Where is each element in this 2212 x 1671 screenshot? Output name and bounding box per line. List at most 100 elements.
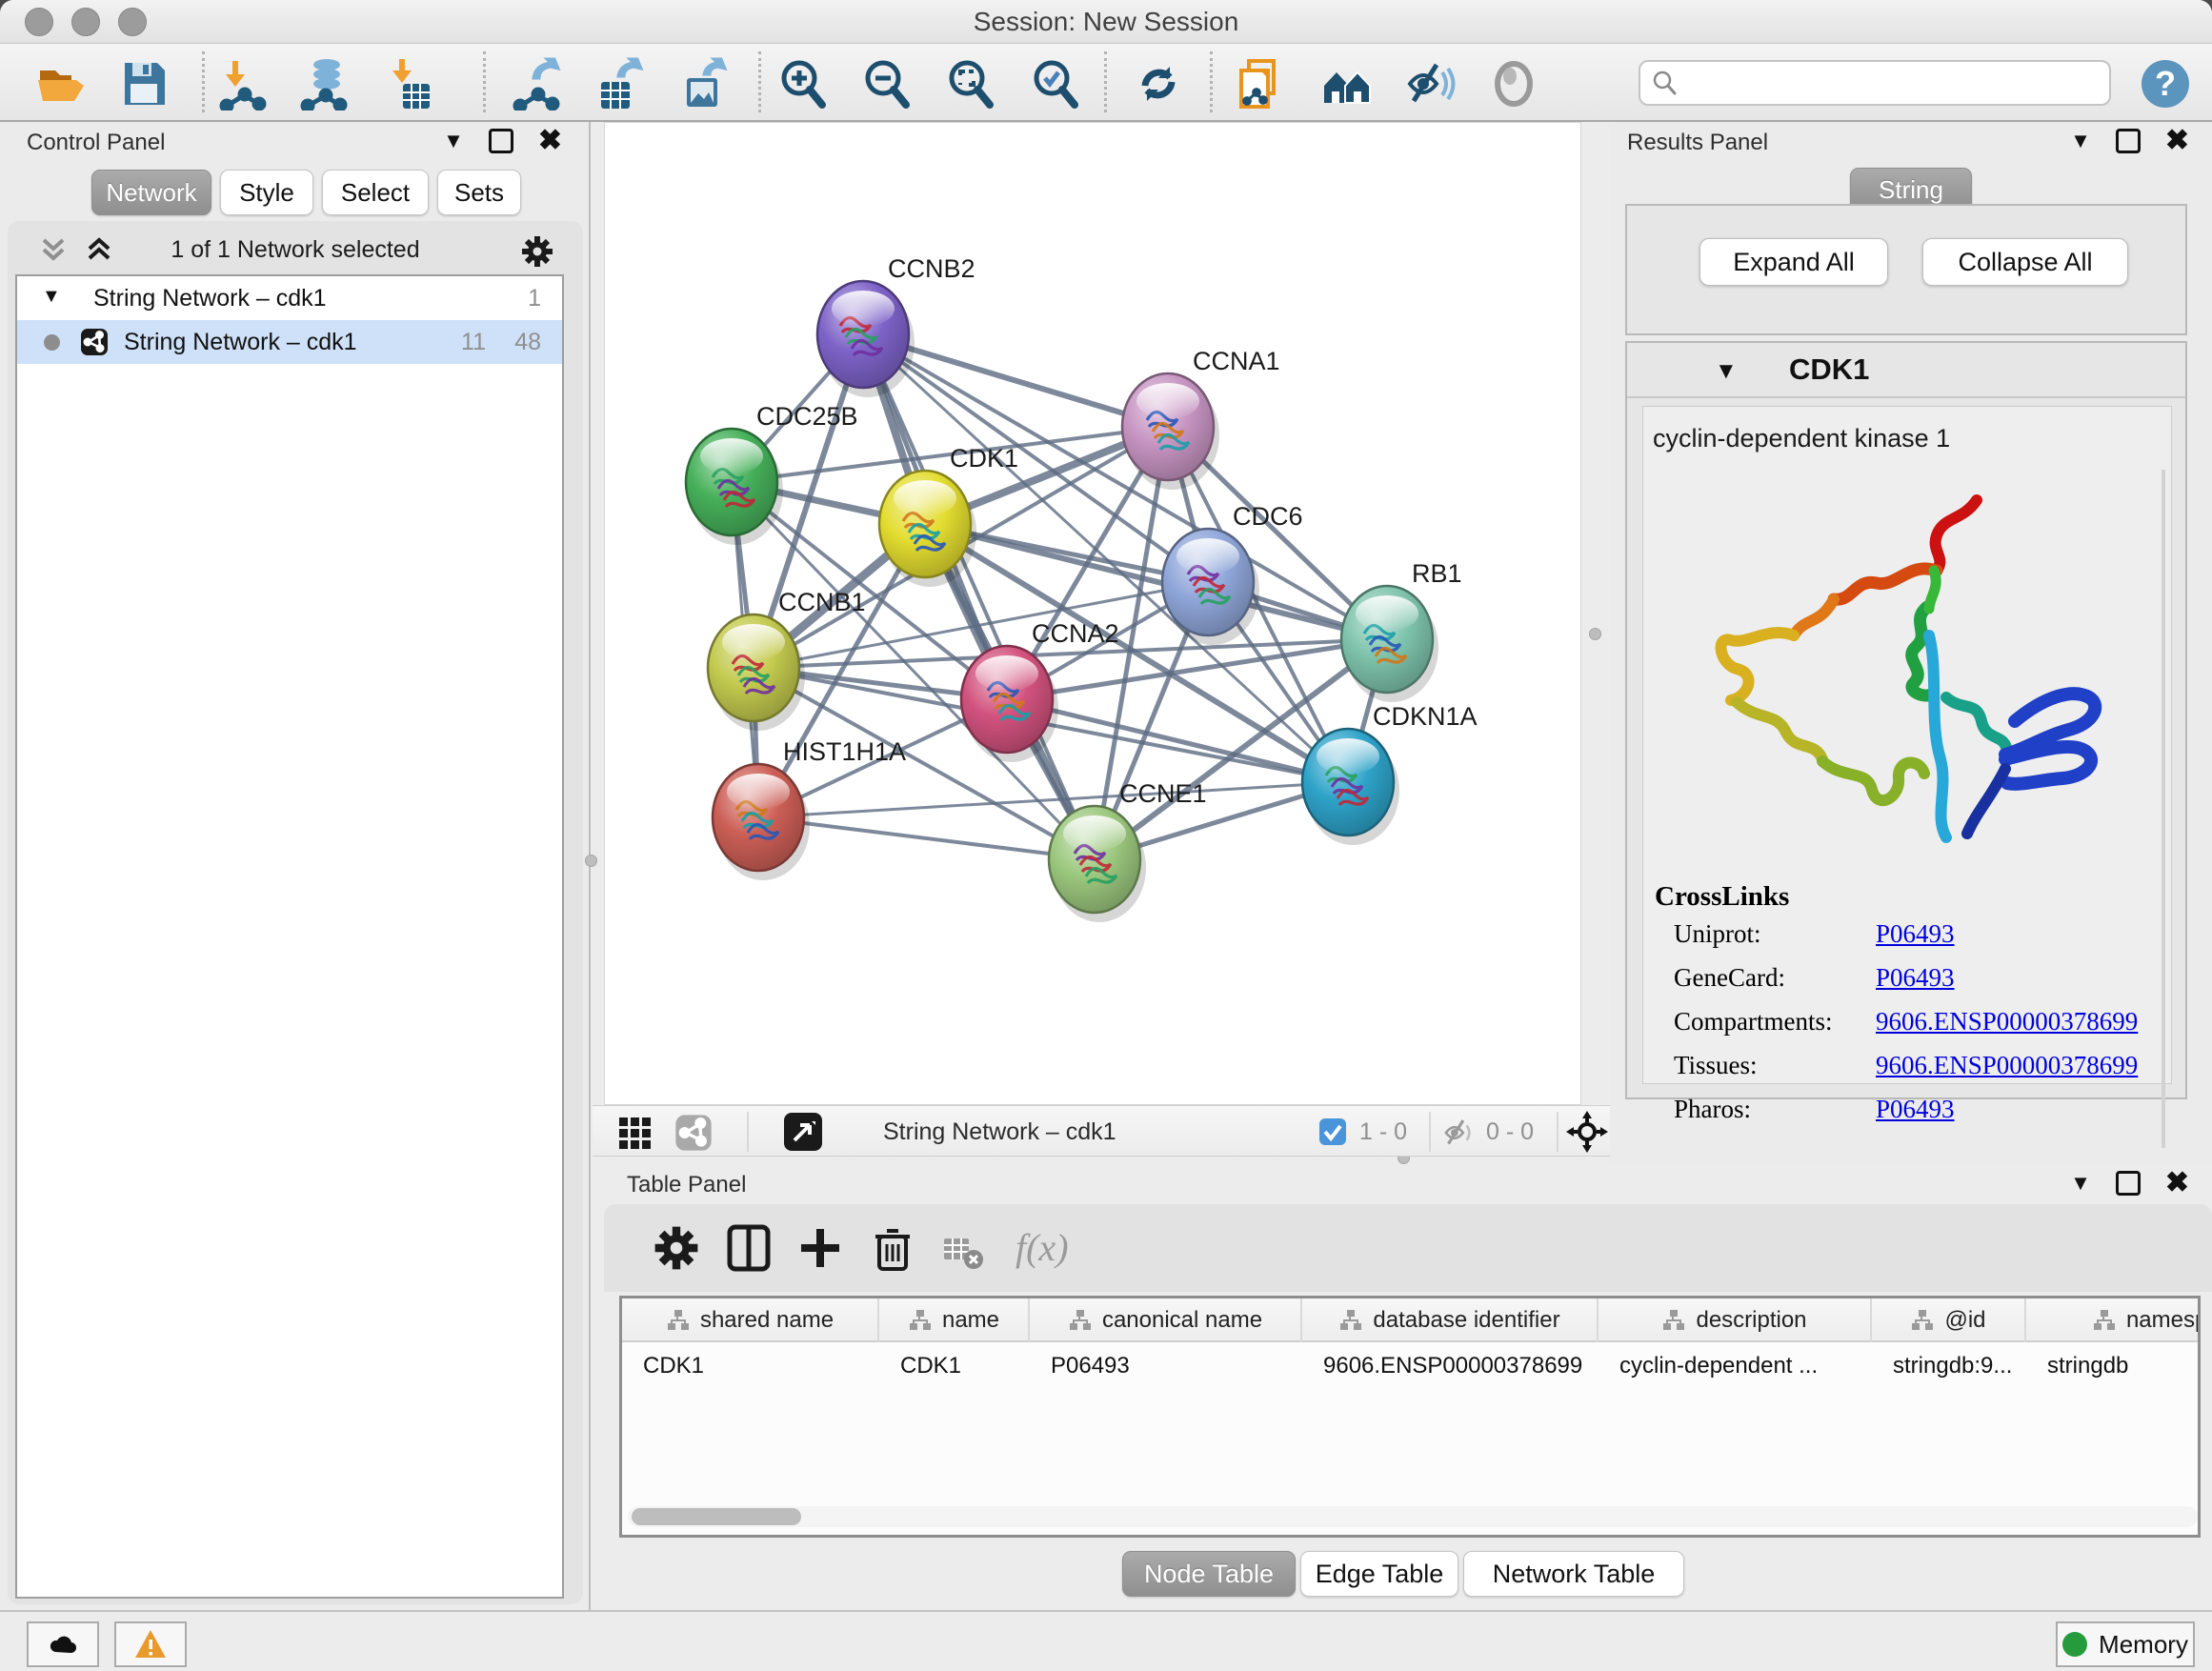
open-session-button[interactable] <box>34 56 90 111</box>
float-panel-icon[interactable] <box>2116 1171 2141 1196</box>
tab-edge-table[interactable]: Edge Table <box>1300 1551 1458 1597</box>
gene-header[interactable]: ▼ CDK1 <box>1627 343 2185 398</box>
nav-separator <box>747 1112 749 1152</box>
export-image-button[interactable] <box>676 56 732 111</box>
column-header[interactable]: canonical name <box>1030 1299 1302 1342</box>
table-settings-gear-icon[interactable] <box>650 1221 703 1275</box>
network-collection-row[interactable]: ▼ String Network – cdk1 1 <box>17 276 562 320</box>
gene-result-box: ▼ CDK1 cyclin-dependent kinase 1 <box>1625 341 2187 1099</box>
crosslink-link[interactable]: 9606.ENSP00000378699 <box>1876 1051 2138 1080</box>
collection-expander-icon[interactable]: ▼ <box>42 286 61 308</box>
delete-column-trash-icon[interactable] <box>866 1221 919 1275</box>
detach-view-icon[interactable] <box>783 1112 823 1152</box>
column-header[interactable]: name <box>879 1299 1030 1342</box>
export-table-button[interactable] <box>593 56 648 111</box>
zoom-in-button[interactable] <box>774 56 829 111</box>
show-panel-button[interactable] <box>1486 56 1541 111</box>
table-cell[interactable]: CDK1 <box>879 1344 1030 1388</box>
warnings-button[interactable] <box>114 1621 187 1667</box>
grid-view-icon[interactable] <box>617 1116 652 1150</box>
add-column-icon[interactable] <box>794 1221 847 1275</box>
crosslink-label: GeneCard: <box>1674 963 1785 993</box>
left-splitter-handle[interactable] <box>585 855 597 867</box>
node-CDC6[interactable]: CDC6 <box>1162 502 1303 645</box>
crosslink-link[interactable]: P06493 <box>1876 963 1955 993</box>
network-row-selected[interactable]: String Network – cdk1 11 48 <box>17 320 562 364</box>
node-CCNB1[interactable]: CCNB1 <box>708 588 866 731</box>
export-network-button[interactable] <box>510 56 565 111</box>
show-columns-icon[interactable] <box>722 1221 775 1275</box>
memory-button[interactable]: Memory <box>2056 1621 2195 1667</box>
tab-select[interactable]: Select <box>322 170 429 215</box>
table-cell[interactable]: stringdb:9... <box>1872 1344 2026 1388</box>
search-input[interactable] <box>1679 64 2109 102</box>
node-HIST1H1A[interactable]: HIST1H1A <box>713 737 906 880</box>
crosslink-link[interactable]: 9606.ENSP00000378699 <box>1876 1007 2138 1037</box>
hidden-eye-slash-icon[interactable] <box>1442 1116 1477 1150</box>
gene-expander-icon[interactable]: ▼ <box>1715 358 1738 385</box>
cloud-status-button[interactable] <box>27 1621 99 1667</box>
table-cell[interactable]: CDK1 <box>622 1344 879 1388</box>
table-cell[interactable]: stringdb <box>2026 1344 2201 1388</box>
horizontal-scrollbar[interactable] <box>628 1506 2198 1527</box>
tab-style[interactable]: Style <box>220 170 313 215</box>
network-view-icon[interactable] <box>674 1114 713 1152</box>
node-RB1[interactable]: RB1 <box>1341 559 1462 702</box>
delete-table-icon[interactable] <box>942 1231 984 1273</box>
search-box[interactable] <box>1639 60 2111 106</box>
gear-icon[interactable] <box>518 232 556 271</box>
clone-network-button[interactable] <box>1235 56 1290 111</box>
column-header[interactable]: shared name <box>622 1299 879 1342</box>
tab-network-table[interactable]: Network Table <box>1463 1551 1684 1597</box>
close-panel-icon[interactable]: ✖ <box>2165 1171 2189 1196</box>
float-panel-icon[interactable] <box>489 129 513 153</box>
results-scrollbar[interactable] <box>2162 470 2165 1148</box>
import-network-file-button[interactable] <box>214 56 270 111</box>
collapse-panel-icon[interactable]: ▼ <box>443 129 464 153</box>
tab-sets[interactable]: Sets <box>437 170 521 215</box>
import-network-database-button[interactable] <box>297 56 352 111</box>
column-header[interactable]: @id <box>1872 1299 2026 1342</box>
import-table-file-button[interactable] <box>381 56 436 111</box>
table-row[interactable]: CDK1 CDK1 P06493 9606.ENSP00000378699 cy… <box>622 1344 2201 1388</box>
zoom-out-button[interactable] <box>857 56 913 111</box>
column-header[interactable]: database identifier <box>1302 1299 1599 1342</box>
column-header[interactable]: description <box>1599 1299 1872 1342</box>
home-networks-button[interactable] <box>1319 56 1375 111</box>
network-canvas[interactable]: CCNB2CCNA1CDC25BCDK1CDC6RB1CCNB1CCNA2CDK… <box>604 122 1581 1105</box>
zoom-fit-button[interactable] <box>941 56 996 111</box>
save-session-button[interactable] <box>116 56 171 111</box>
close-panel-icon[interactable]: ✖ <box>2165 129 2189 153</box>
scrollbar-thumb[interactable] <box>632 1508 801 1525</box>
help-button[interactable]: ? <box>2138 56 2193 111</box>
network-graph[interactable]: CCNB2CCNA1CDC25BCDK1CDC6RB1CCNB1CCNA2CDK… <box>605 123 1580 1104</box>
pan-crosshair-icon[interactable] <box>1566 1111 1608 1153</box>
collapse-all-button[interactable]: Collapse All <box>1922 238 2128 286</box>
node-CCNE1[interactable]: CCNE1 <box>1049 779 1207 922</box>
tab-node-table[interactable]: Node Table <box>1122 1551 1296 1597</box>
collapse-panel-icon[interactable]: ▼ <box>2070 129 2091 153</box>
float-panel-icon[interactable] <box>2116 129 2141 153</box>
right-splitter-handle[interactable] <box>1589 628 1601 640</box>
crosslink-link[interactable]: P06493 <box>1876 1095 1955 1124</box>
table-cell[interactable]: 9606.ENSP00000378699 <box>1302 1344 1599 1388</box>
function-builder-icon[interactable]: f(x) <box>1016 1225 1069 1270</box>
collapse-panel-icon[interactable]: ▼ <box>2070 1171 2091 1196</box>
node-CDKN1A[interactable]: CDKN1A <box>1302 702 1478 845</box>
table-cell[interactable]: cyclin-dependent ... <box>1599 1344 1872 1388</box>
crosslink-link[interactable]: P06493 <box>1876 919 1955 949</box>
tab-network[interactable]: Network <box>91 170 211 215</box>
edge[interactable] <box>863 334 1095 859</box>
column-header[interactable]: namespace <box>2026 1299 2201 1342</box>
close-panel-icon[interactable]: ✖ <box>538 129 562 153</box>
selected-checkbox-icon[interactable] <box>1318 1117 1347 1146</box>
zoom-selected-button[interactable] <box>1026 56 1081 111</box>
node-CDC25B[interactable]: CDC25B <box>686 402 858 545</box>
expand-all-button[interactable]: Expand All <box>1699 238 1888 286</box>
table-cell[interactable]: P06493 <box>1030 1344 1302 1388</box>
node-CCNA1[interactable]: CCNA1 <box>1122 347 1280 490</box>
node-CCNB2[interactable]: CCNB2 <box>817 254 975 397</box>
hide-panel-button[interactable] <box>1403 56 1458 111</box>
node-table[interactable]: shared name name canonical name database… <box>619 1296 2201 1538</box>
refresh-button[interactable] <box>1131 56 1186 111</box>
